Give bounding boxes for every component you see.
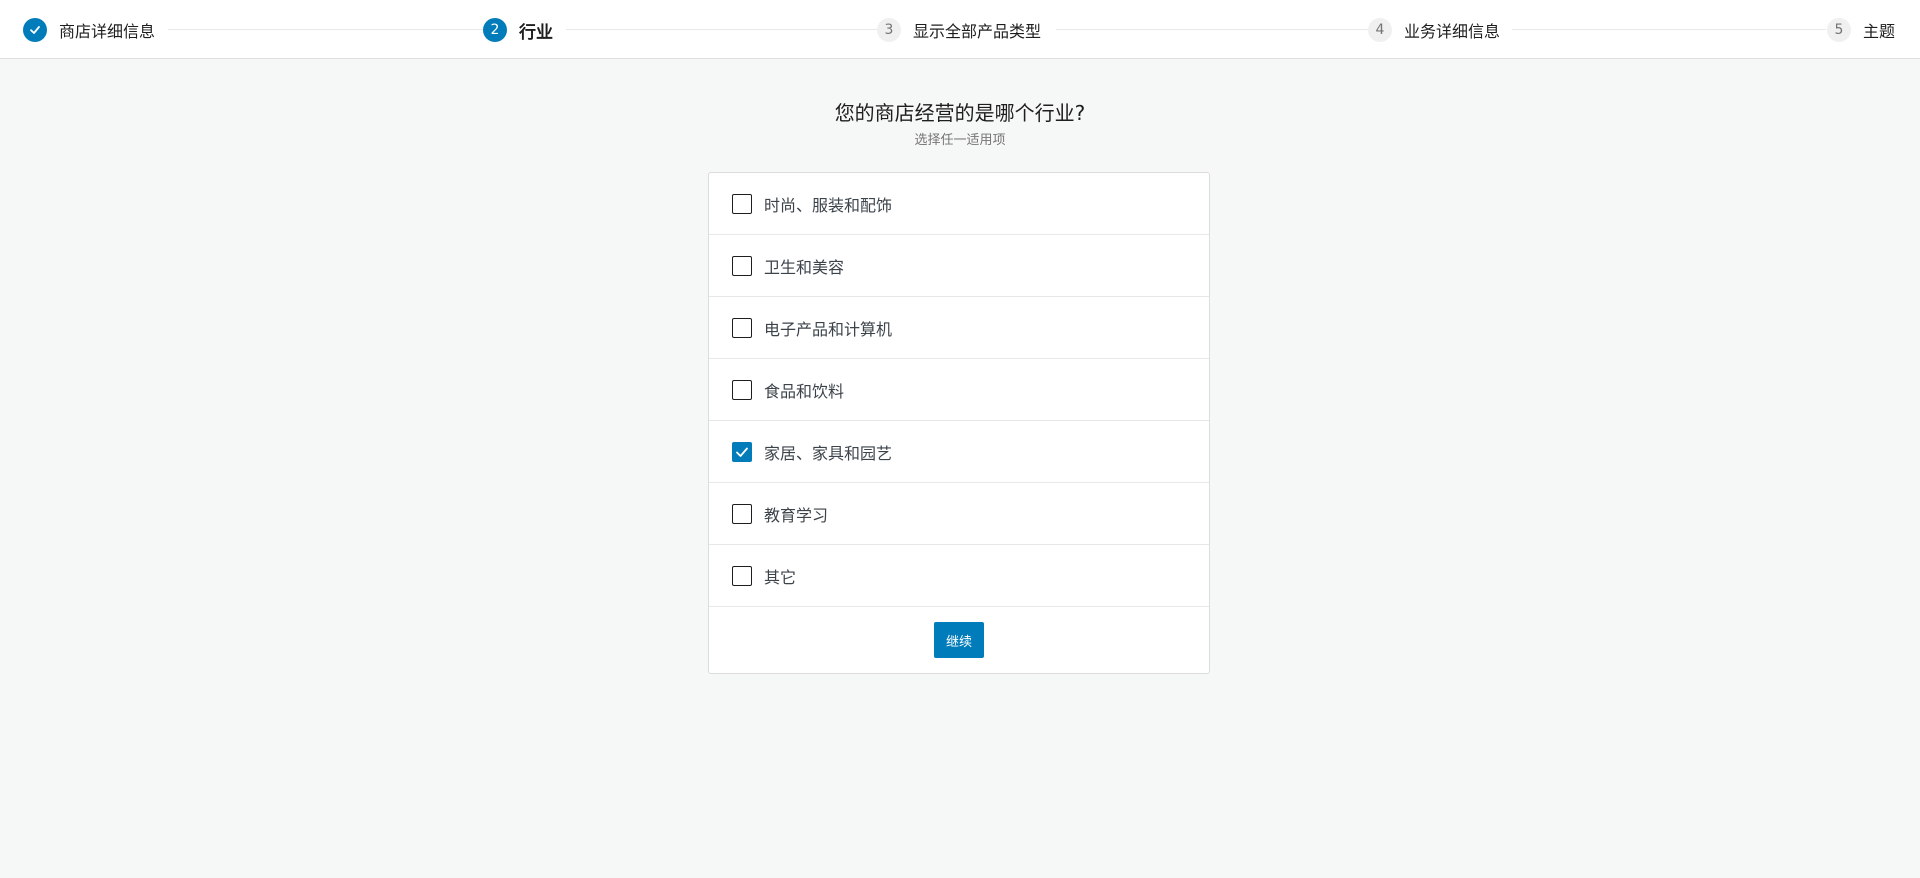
industry-option-electronics[interactable]: 电子产品和计算机 — [709, 297, 1209, 359]
page-subtitle: 选择任一适用项 — [914, 133, 1006, 148]
step-label: 商店详细信息 — [59, 22, 156, 41]
continue-button[interactable]: 继续 — [933, 622, 984, 658]
step-theme[interactable]: 5 主题 — [1827, 18, 1908, 42]
step-label: 行业 — [519, 22, 553, 43]
checkbox[interactable] — [732, 317, 752, 338]
industry-option-fashion[interactable]: 时尚、服装和配饰 — [709, 173, 1209, 235]
checkbox[interactable] — [732, 379, 752, 400]
checkbox[interactable] — [732, 503, 752, 524]
step-number: 2 — [483, 18, 507, 42]
checkbox[interactable] — [732, 255, 752, 276]
checkbox-checked[interactable] — [732, 441, 752, 462]
step-business-details[interactable]: 4 业务详细信息 — [1368, 18, 1513, 42]
industry-option-health-beauty[interactable]: 卫生和美容 — [709, 235, 1209, 297]
card-footer: 继续 — [709, 607, 1209, 673]
option-label: 电子产品和计算机 — [764, 319, 893, 339]
option-label: 时尚、服装和配饰 — [764, 195, 893, 215]
step-store-details[interactable]: 商店详细信息 — [23, 18, 168, 42]
step-connector — [566, 29, 880, 30]
option-label: 家居、家具和园艺 — [764, 443, 893, 463]
checkbox[interactable] — [732, 193, 752, 214]
step-label: 主题 — [1863, 22, 1896, 41]
step-industry[interactable]: 2 行业 — [483, 18, 565, 43]
setup-stepper: 商店详细信息 2 行业 3 显示全部产品类型 4 业务详细信息 5 主题 — [0, 0, 1920, 59]
option-label: 食品和饮料 — [764, 381, 845, 401]
industry-option-education[interactable]: 教育学习 — [709, 483, 1209, 545]
option-label: 教育学习 — [764, 505, 829, 525]
option-label: 其它 — [764, 567, 797, 587]
checkmark-icon — [736, 447, 748, 457]
step-connector — [1056, 29, 1370, 30]
checkbox[interactable] — [732, 565, 752, 586]
step-number: 4 — [1368, 18, 1392, 42]
step-label: 显示全部产品类型 — [913, 22, 1042, 41]
industry-option-food-drink[interactable]: 食品和饮料 — [709, 359, 1209, 421]
step-number: 3 — [877, 18, 901, 42]
checkmark-icon — [23, 18, 47, 42]
option-label: 卫生和美容 — [764, 257, 845, 277]
step-label: 业务详细信息 — [1404, 22, 1501, 41]
step-connector — [168, 29, 488, 30]
industry-option-home-garden[interactable]: 家居、家具和园艺 — [709, 421, 1209, 483]
step-connector — [1512, 29, 1826, 30]
page-title: 您的商店经营的是哪个行业? — [834, 101, 1086, 125]
industry-option-other[interactable]: 其它 — [709, 545, 1209, 607]
step-number: 5 — [1827, 18, 1851, 42]
step-product-types[interactable]: 3 显示全部产品类型 — [877, 18, 1054, 42]
industry-options-card: 时尚、服装和配饰 卫生和美容 电子产品和计算机 食品和饮料 家居、家具和园艺 教… — [708, 172, 1210, 674]
